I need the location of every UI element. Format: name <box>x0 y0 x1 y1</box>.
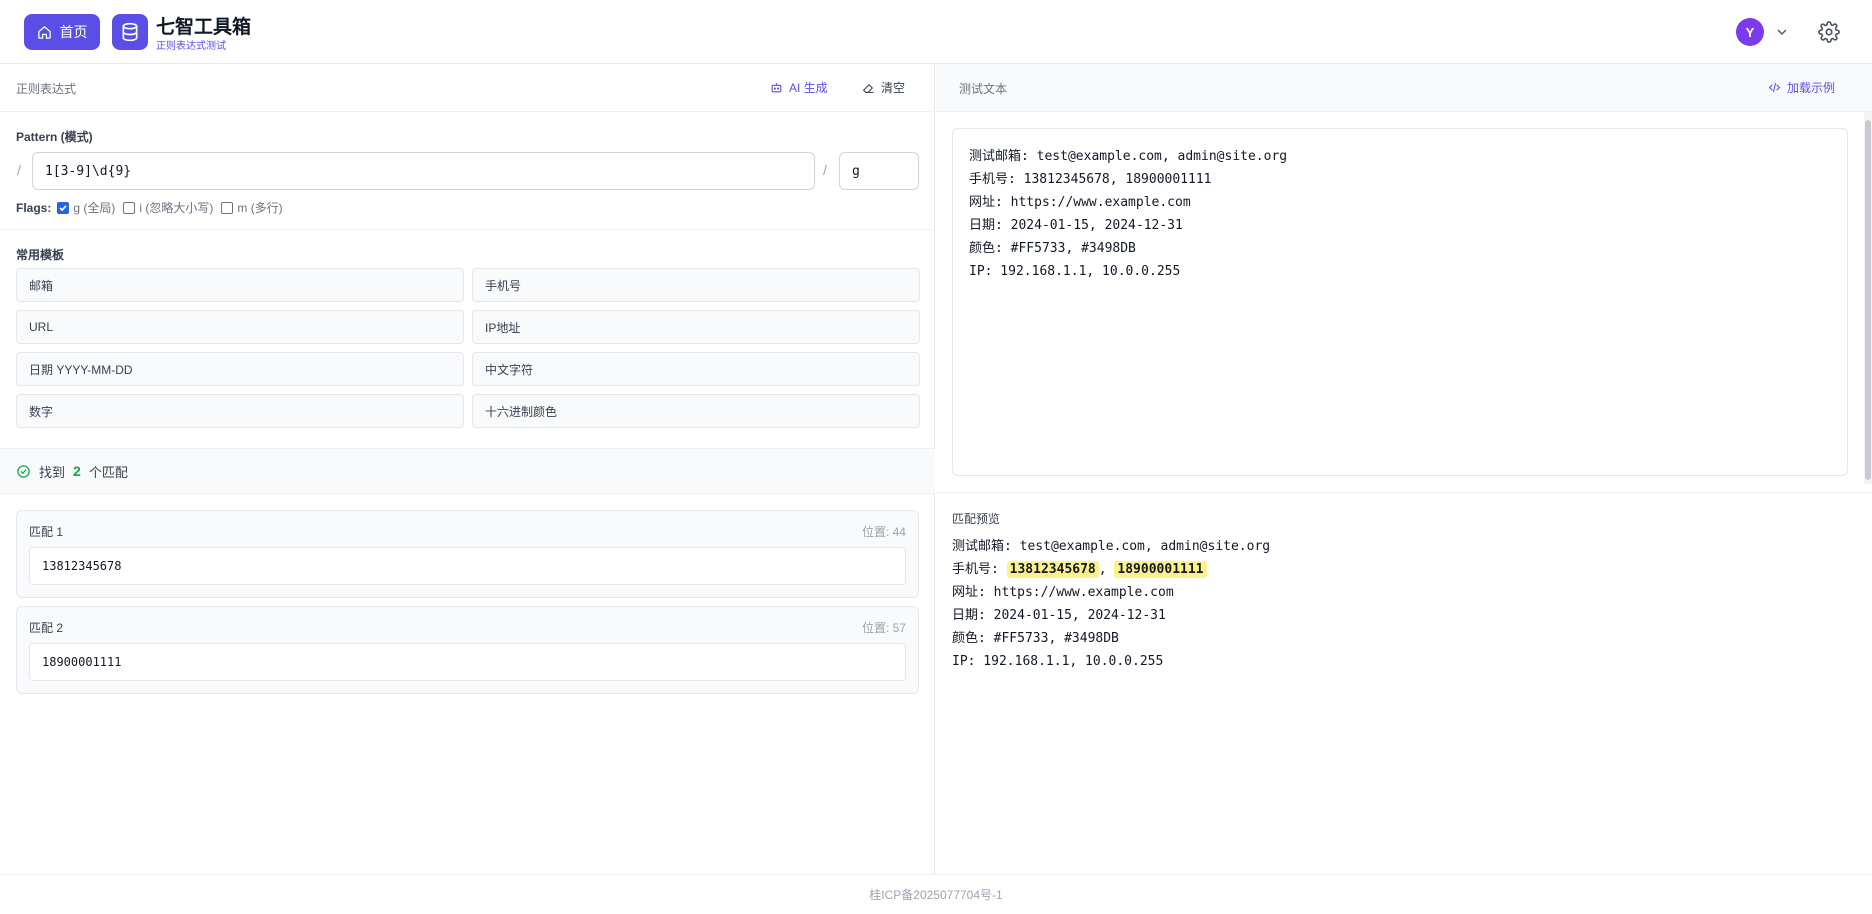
test-text-area[interactable]: 测试邮箱: test@example.com, admin@site.org 手… <box>952 128 1848 476</box>
check-icon <box>59 204 67 211</box>
flag-m-checkbox[interactable] <box>221 201 234 214</box>
match-card: 匹配 1 位置: 44 13812345678 <box>16 510 919 598</box>
home-icon <box>37 25 51 39</box>
template-chinese-button[interactable]: 中文字符 <box>472 352 920 386</box>
regex-pane-title: 正则表达式 <box>16 82 77 96</box>
clear-label: 清空 <box>881 81 906 95</box>
match-summary: 找到 2 个匹配 <box>0 448 935 494</box>
highlighted-match: 13812345678 <box>1006 561 1099 578</box>
flag-m[interactable]: m (多行) <box>221 199 283 216</box>
flag-g-checkbox[interactable] <box>57 201 70 214</box>
home-button-label: 首页 <box>59 24 88 40</box>
match-label: 匹配 2 <box>29 621 64 635</box>
app-logo[interactable] <box>112 14 148 50</box>
template-phone-button[interactable]: 手机号 <box>472 268 920 302</box>
test-text-pane: 测试文本 加载示例 测试邮箱: test@example.com, admin@… <box>936 64 1872 874</box>
template-email-button[interactable]: 邮箱 <box>16 268 464 302</box>
preview-line: 网址: https://www.example.com <box>952 585 1174 600</box>
templates-grid: 邮箱 手机号 URL IP地址 日期 YYYY-MM-DD 中文字符 数字 十六… <box>16 268 920 428</box>
user-avatar[interactable]: Y <box>1736 18 1764 46</box>
highlighted-match: 18900001111 <box>1114 561 1207 578</box>
robot-icon <box>771 83 782 93</box>
test-text-header: 测试文本 加载示例 <box>936 64 1872 112</box>
flag-i[interactable]: i (忽略大小写) <box>123 199 213 216</box>
app-title: 七智工具箱 <box>156 17 252 38</box>
preview-title: 匹配预览 <box>952 512 1001 526</box>
footer: 桂ICP备2025077704号-1 <box>0 874 1872 914</box>
match-value[interactable]: 18900001111 <box>29 643 906 681</box>
preview-text: 测试邮箱: test@example.com, admin@site.org 手… <box>952 535 1270 673</box>
scrollbar-thumb[interactable] <box>1865 120 1871 480</box>
top-header: 首页 七智工具箱 正则表达式测试 Y <box>0 0 1872 64</box>
pattern-input[interactable] <box>32 152 815 190</box>
preview-line: 日期: 2024-01-15, 2024-12-31 <box>952 608 1166 623</box>
match-position: 位置: 57 <box>861 621 906 635</box>
match-value[interactable]: 13812345678 <box>29 547 906 585</box>
preview-section: 匹配预览 测试邮箱: test@example.com, admin@site.… <box>936 492 1872 872</box>
test-text-title: 测试文本 <box>959 82 1008 96</box>
match-summary-prefix: 找到 <box>39 464 66 480</box>
ai-generate-label: AI 生成 <box>789 81 828 95</box>
template-url-button[interactable]: URL <box>16 310 464 344</box>
regex-pane: 正则表达式 AI 生成 清空 Pattern (模式) / / Flags: g… <box>0 64 935 874</box>
preview-line: IP: 192.168.1.1, 10.0.0.255 <box>952 654 1164 669</box>
preview-line: 测试邮箱: test@example.com, admin@site.org <box>952 539 1271 554</box>
app-subtitle: 正则表达式测试 <box>156 41 226 52</box>
match-card: 匹配 2 位置: 57 18900001111 <box>16 606 919 694</box>
pattern-label: Pattern (模式) <box>16 130 93 144</box>
templates-section: 常用模板 邮箱 手机号 URL IP地址 日期 YYYY-MM-DD 中文字符 … <box>0 230 935 448</box>
preview-line-prefix: 手机号: <box>952 562 1007 577</box>
templates-label: 常用模板 <box>16 248 65 262</box>
flag-g[interactable]: g (全局) <box>57 199 115 216</box>
flags-row: Flags: g (全局) i (忽略大小写) m (多行) <box>16 199 287 216</box>
template-number-button[interactable]: 数字 <box>16 394 464 428</box>
scrollbar[interactable] <box>1864 112 1872 484</box>
template-hex-color-button[interactable]: 十六进制颜色 <box>472 394 920 428</box>
flag-g-label: g (全局) <box>73 201 116 215</box>
chevron-down-icon[interactable] <box>1774 24 1790 40</box>
preview-separator: , <box>1098 562 1115 577</box>
flag-i-checkbox[interactable] <box>123 201 136 214</box>
load-example-label: 加载示例 <box>1787 81 1836 95</box>
flags-label: Flags: <box>16 200 52 215</box>
load-example-button[interactable]: 加载示例 <box>1768 79 1835 96</box>
icp-link[interactable]: 桂ICP备2025077704号-1 <box>869 886 1002 903</box>
pattern-section: Pattern (模式) / / Flags: g (全局) i (忽略大小写)… <box>0 112 935 230</box>
code-icon <box>1768 83 1781 92</box>
flag-m-label: m (多行) <box>237 201 283 215</box>
gear-icon[interactable] <box>1818 21 1840 43</box>
preview-line: 颜色: #FF5733, #3498DB <box>952 631 1119 646</box>
flags-input[interactable] <box>839 152 919 190</box>
template-ip-button[interactable]: IP地址 <box>472 310 920 344</box>
home-button[interactable]: 首页 <box>24 14 100 50</box>
pattern-open-slash: / <box>17 162 21 178</box>
clear-button[interactable]: 清空 <box>862 79 905 96</box>
flag-i-label: i (忽略大小写) <box>139 201 214 215</box>
pattern-close-slash: / <box>823 162 827 178</box>
eraser-icon <box>862 84 874 93</box>
match-label: 匹配 1 <box>29 525 64 539</box>
database-icon <box>122 22 138 42</box>
match-position: 位置: 44 <box>861 525 906 539</box>
match-count: 2 <box>73 463 81 479</box>
ai-generate-button[interactable]: AI 生成 <box>770 79 828 96</box>
regex-pane-header: 正则表达式 AI 生成 清空 <box>0 64 934 112</box>
match-summary-suffix: 个匹配 <box>88 464 128 480</box>
template-date-button[interactable]: 日期 YYYY-MM-DD <box>16 352 464 386</box>
preview-line: 手机号: 13812345678, 18900001111 <box>952 558 1270 581</box>
check-circle-icon <box>17 464 30 478</box>
